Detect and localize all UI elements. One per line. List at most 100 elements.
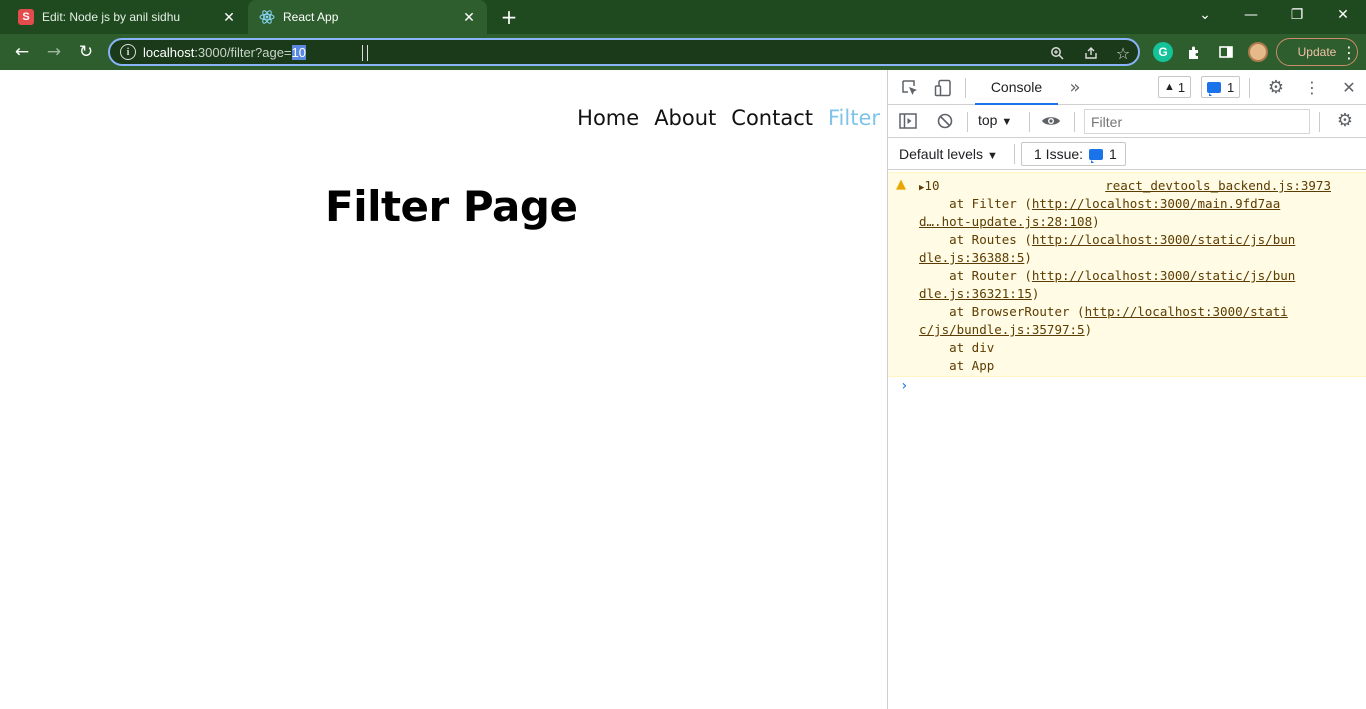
stack-frame-link[interactable]: dle.js:36388:5 [919, 250, 1024, 265]
profile-avatar[interactable] [1248, 42, 1268, 62]
extensions-puzzle-icon[interactable] [1184, 42, 1204, 62]
stack-frame-link[interactable]: http://localhost:3000/stati [1085, 304, 1288, 319]
toolbar-divider [1029, 112, 1030, 132]
address-bar[interactable]: i localhost:3000/filter?age=10 ☆ [108, 38, 1140, 66]
back-button[interactable]: ← [10, 40, 34, 64]
nav-link-contact[interactable]: Contact [731, 106, 813, 130]
console-toolbar: top ▼ ⚙ [888, 105, 1366, 138]
reload-button[interactable]: ↻ [74, 40, 98, 64]
browser-toolbar: ← → ↻ i localhost:3000/filter?age=10 ☆ G… [0, 34, 1366, 70]
devtools-menu-icon[interactable]: ⋮ [1301, 76, 1323, 98]
clear-console-icon[interactable] [934, 110, 956, 132]
console-settings-gear-icon[interactable]: ⚙ [1334, 109, 1356, 131]
console-levels-bar: Default levels ▼ 1 Issue: 1 [888, 138, 1366, 170]
toolbar-divider [1074, 112, 1075, 132]
side-panel-icon[interactable] [1216, 42, 1236, 62]
stack-frame-text: at Routes ( [919, 232, 1032, 247]
close-tab-icon[interactable]: ✕ [219, 7, 239, 27]
tab-react-app[interactable]: React App ✕ [248, 0, 487, 34]
dropdown-arrow-icon: ▼ [1001, 116, 1013, 128]
stack-frame-link[interactable]: c/js/bundle.js:35797:5 [919, 322, 1085, 337]
show-sidebar-icon[interactable] [897, 110, 919, 132]
warnings-count: 1 [1177, 79, 1186, 95]
console-filter-input[interactable] [1084, 109, 1310, 134]
grammarly-extension-icon[interactable]: G [1153, 42, 1173, 62]
stack-trace-line: at App [919, 357, 994, 375]
stack-trace-line: at Filter (http://localhost:3000/main.9f… [919, 195, 1280, 213]
toolbar-divider [1249, 78, 1250, 98]
log-source-link[interactable]: react_devtools_backend.js:3973 [1105, 177, 1331, 195]
console-warning-message[interactable]: ▲ ▶10 react_devtools_backend.js:3973 at … [888, 172, 1366, 377]
message-icon [1207, 81, 1221, 96]
warning-triangle-icon: ▲ [896, 177, 906, 192]
log-value[interactable]: ▶10 [919, 177, 939, 197]
issues-label: 1 Issue: [1034, 146, 1084, 162]
device-toolbar-icon[interactable] [932, 77, 954, 99]
site-favicon-icon: S [18, 9, 34, 25]
issues-count: 1 [1109, 146, 1117, 162]
stack-trace-line: at div [919, 339, 994, 357]
stack-frame-link[interactable]: http://localhost:3000/static/js/bun [1032, 232, 1295, 247]
toolbar-divider [965, 78, 966, 98]
more-tabs-icon[interactable]: » [1064, 76, 1086, 98]
bookmark-star-icon[interactable]: ☆ [1114, 44, 1132, 63]
stack-frame-link[interactable]: dle.js:36321:15 [919, 286, 1032, 301]
console-prompt-icon[interactable]: › [900, 378, 908, 394]
stack-trace-line: at Routes (http://localhost:3000/static/… [919, 231, 1295, 249]
new-tab-button[interactable]: + [498, 5, 520, 29]
dropdown-arrow-icon: ▼ [986, 150, 998, 162]
url-path: :3000/filter?age= [194, 45, 292, 60]
zoom-icon[interactable] [1048, 44, 1066, 62]
nav-link-about[interactable]: About [654, 106, 716, 130]
stack-frame-text: at div [919, 340, 995, 355]
inspect-element-icon[interactable] [899, 77, 921, 99]
stack-frame-text: ) [1084, 322, 1093, 337]
stack-trace-line: dle.js:36321:15) [919, 285, 1039, 303]
stack-trace-line: at Router (http://localhost:3000/static/… [919, 267, 1295, 285]
page-title: Filter Page [325, 182, 578, 231]
stack-frame-text: ) [1092, 214, 1100, 229]
url-text[interactable]: localhost:3000/filter?age=10 [143, 45, 306, 60]
stack-frame-text: ) [1024, 250, 1032, 265]
stack-trace-line: d….hot-update.js:28:108) [919, 213, 1100, 231]
web-page: Home About Contact Filter Filter Page [0, 70, 887, 709]
restore-button[interactable]: ❐ [1274, 0, 1320, 30]
stack-frame-link[interactable]: http://localhost:3000/main.9fd7aa [1032, 196, 1280, 211]
toolbar-divider [1319, 112, 1320, 132]
context-selector[interactable]: top ▼ [978, 112, 1012, 128]
tab-search-icon[interactable]: ⌄ [1182, 0, 1228, 30]
default-levels-dropdown[interactable]: Default levels ▼ [899, 146, 998, 162]
nav-link-filter[interactable]: Filter [828, 106, 880, 130]
log-value-text: 10 [924, 178, 940, 193]
stack-trace-line: c/js/bundle.js:35797:5) [919, 321, 1092, 339]
toolbar-divider [1014, 144, 1015, 164]
close-devtools-icon[interactable]: ✕ [1338, 76, 1360, 98]
react-favicon-icon [259, 9, 275, 25]
close-window-button[interactable]: ✕ [1320, 0, 1366, 30]
stack-frame-link[interactable]: http://localhost:3000/static/js/bun [1032, 268, 1295, 283]
levels-label: Default levels [899, 146, 984, 162]
warning-triangle-icon: ▲ [1164, 81, 1175, 93]
warnings-badge[interactable]: ▲ 1 [1158, 76, 1192, 98]
minimize-button[interactable]: — [1228, 0, 1274, 30]
stack-trace-line: at BrowserRouter (http://localhost:3000/… [919, 303, 1288, 321]
nav-link-home[interactable]: Home [577, 106, 639, 130]
settings-gear-icon[interactable]: ⚙ [1265, 76, 1287, 98]
issues-button[interactable]: 1 Issue: 1 [1021, 142, 1126, 166]
stack-frame-text: at BrowserRouter ( [919, 304, 1085, 319]
close-tab-icon[interactable]: ✕ [459, 7, 479, 27]
site-info-icon[interactable]: i [120, 44, 136, 60]
share-icon[interactable] [1082, 44, 1100, 62]
stack-frame-link[interactable]: d….hot-update.js:28:108 [919, 214, 1092, 229]
forward-button[interactable]: → [42, 40, 66, 64]
stack-frame-text: at Router ( [919, 268, 1032, 283]
tab-edit-node-js[interactable]: S Edit: Node js by anil sidhu ✕ [0, 0, 247, 34]
messages-badge[interactable]: 1 [1201, 76, 1241, 98]
tab-console[interactable]: Console [975, 70, 1058, 105]
browser-menu-icon[interactable]: ⋮ [1340, 42, 1358, 62]
devtools-panel: Console » ▲ 1 1 ⚙ ⋮ ✕ top ▼ ⚙ De [887, 70, 1366, 709]
live-expression-eye-icon[interactable] [1040, 110, 1062, 132]
stack-frame-text: at Filter ( [919, 196, 1032, 211]
messages-count: 1 [1227, 79, 1235, 95]
text-cursor-icon [362, 45, 368, 61]
